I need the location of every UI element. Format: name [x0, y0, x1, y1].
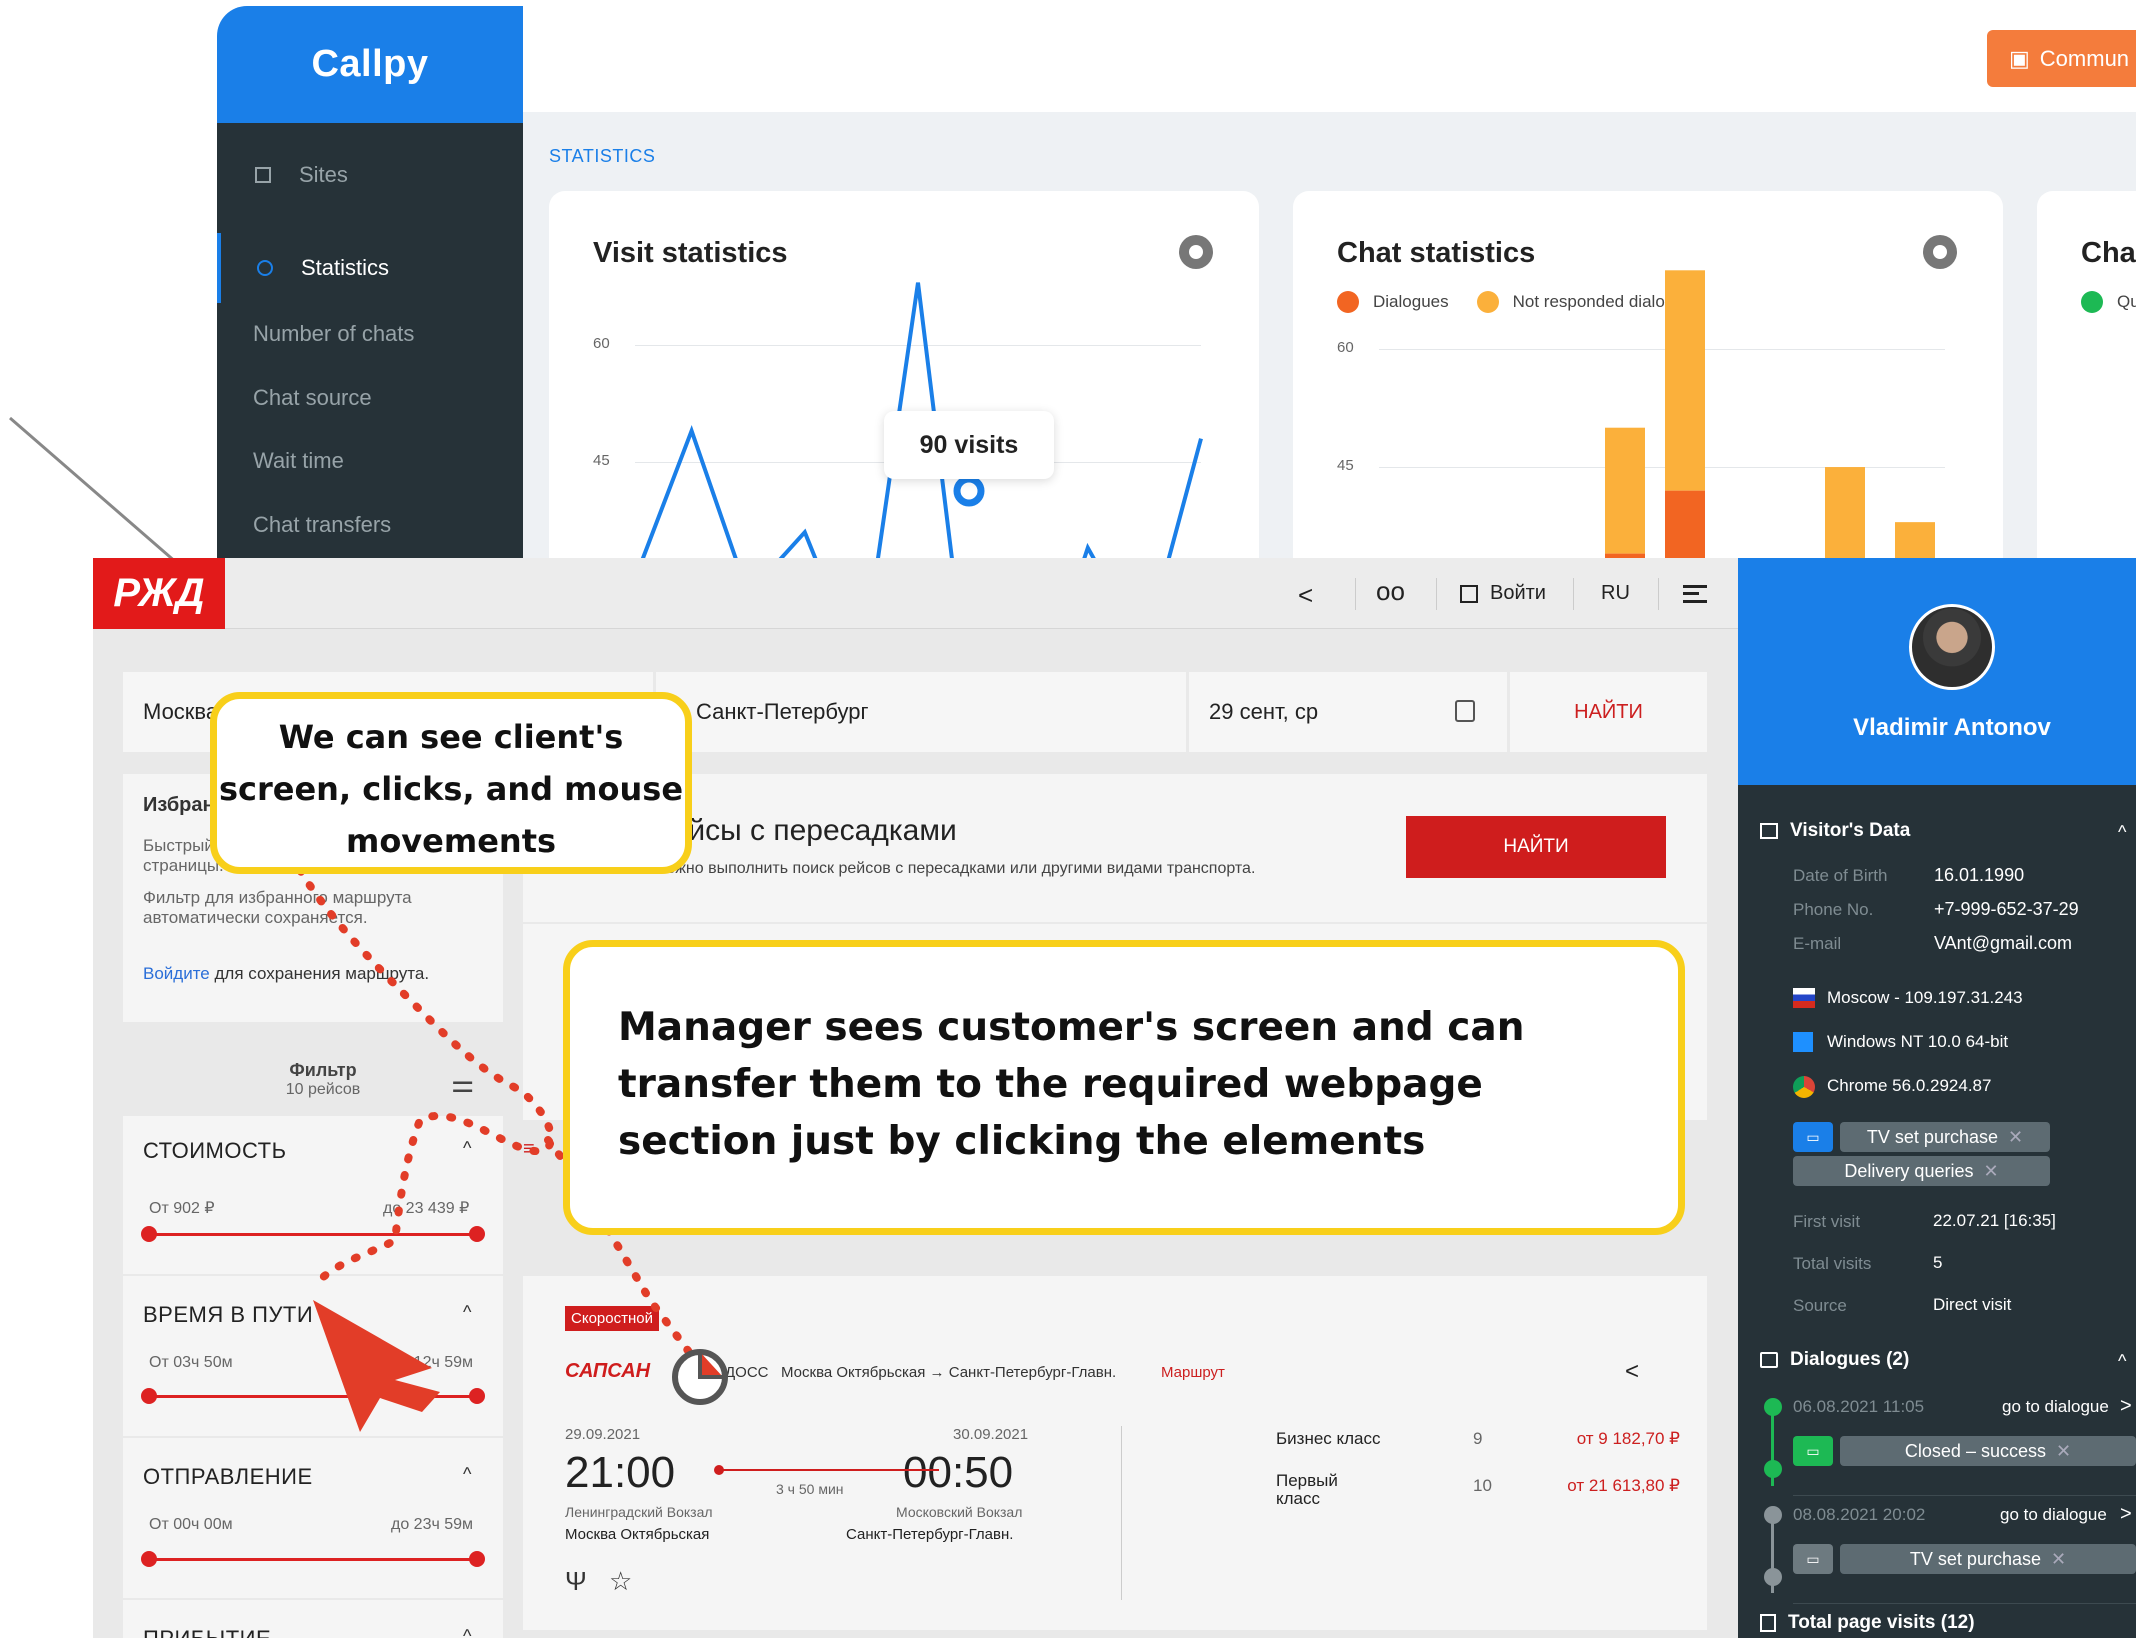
- timeline-dot: [1764, 1568, 1782, 1586]
- tag-label: Delivery queries: [1844, 1160, 1974, 1181]
- stat-label: First visit: [1793, 1212, 1861, 1231]
- visitor-tag[interactable]: TV set purchase ✕: [1840, 1122, 2050, 1152]
- dialogue-date: 08.08.2021 20:02: [1793, 1505, 1926, 1524]
- avatar: [1909, 604, 1995, 690]
- stat-value: Direct visit: [1933, 1295, 2012, 1314]
- field-value: VAnt@gmail.com: [1934, 933, 2072, 953]
- os: Windows NT 10.0 64-bit: [1827, 1032, 2009, 1051]
- close-icon[interactable]: ✕: [2051, 1549, 2066, 1570]
- go-to-dialogue-link[interactable]: go to dialogue: [2000, 1505, 2107, 1525]
- divider: [1793, 1603, 2136, 1604]
- field-value: +7-999-652-37-29: [1934, 899, 2079, 919]
- tag-icon[interactable]: ▭: [1793, 1436, 1833, 1466]
- field-value: 16.01.1990: [1934, 865, 2025, 885]
- timeline-dot: [1764, 1506, 1782, 1524]
- location: Moscow - 109.197.31.243: [1827, 988, 2023, 1007]
- tag-label: TV set purchase: [1909, 1548, 2041, 1569]
- russia-flag-icon: [1793, 988, 1815, 1008]
- chevron-up-icon[interactable]: ^: [2118, 822, 2126, 843]
- windows-icon: [1793, 1032, 1813, 1052]
- stat-label: Source: [1793, 1296, 1847, 1315]
- section-title: Total page visits (12): [1788, 1612, 1975, 1633]
- visitor-data-header[interactable]: Visitor's Data: [1760, 820, 1910, 842]
- go-to-dialogue-link[interactable]: go to dialogue: [2002, 1397, 2109, 1417]
- close-icon[interactable]: ✕: [2008, 1127, 2023, 1148]
- stat-value: 22.07.21 [16:35]: [1933, 1211, 2056, 1230]
- stat-value: 5: [1933, 1253, 1943, 1272]
- field-label: E-mail: [1793, 934, 1842, 953]
- section-title: Visitor's Data: [1790, 820, 1911, 841]
- tag-label: TV set purchase: [1866, 1126, 1998, 1147]
- screenshot: { "callpy":{ "logo":"Callpy", "top_butto…: [0, 0, 2136, 1638]
- stat-label: Total visits: [1793, 1254, 1872, 1273]
- browser: Chrome 56.0.2924.87: [1827, 1076, 1992, 1095]
- tag-icon[interactable]: ▭: [1793, 1122, 1833, 1152]
- visitor-name: Vladimir Antonov: [1853, 714, 2051, 741]
- callout-manager: Manager sees customer's screen and can t…: [563, 940, 1685, 1235]
- dialogue-tag[interactable]: Closed – success ✕: [1840, 1436, 2136, 1466]
- field-label: Phone No.: [1793, 900, 1874, 919]
- visitor-tag[interactable]: Delivery queries ✕: [1793, 1156, 2050, 1186]
- callout-screen-view: We can see client's screen, clicks, and …: [210, 692, 692, 874]
- visitor-header: Vladimir Antonov: [1738, 558, 2136, 785]
- dialogues-header[interactable]: Dialogues (2): [1760, 1349, 1909, 1371]
- divider: [1793, 1495, 2136, 1496]
- timeline-dot: [1764, 1398, 1782, 1416]
- section-title: Dialogues (2): [1790, 1349, 1910, 1370]
- page-visits-header[interactable]: Total page visits (12): [1760, 1612, 1975, 1634]
- timeline-dot: [1764, 1460, 1782, 1478]
- page-visits-icon: [1760, 1614, 1776, 1632]
- tag-label: Closed – success: [1904, 1440, 2046, 1461]
- chevron-right-icon[interactable]: >: [2120, 1395, 2132, 1418]
- visitor-panel: Vladimir Antonov Visitor's Data ^ Date o…: [1738, 558, 2136, 1638]
- dialogue-tag[interactable]: TV set purchase ✕: [1840, 1544, 2136, 1574]
- close-icon[interactable]: ✕: [2056, 1441, 2071, 1462]
- close-icon[interactable]: ✕: [1983, 1161, 1998, 1182]
- field-label: Date of Birth: [1793, 866, 1888, 885]
- chevron-up-icon[interactable]: ^: [2118, 1351, 2126, 1372]
- chevron-right-icon[interactable]: >: [2120, 1503, 2132, 1526]
- chat-icon: [1760, 1352, 1778, 1368]
- cursor-arrow-icon: [313, 1300, 440, 1432]
- dialogue-date: 06.08.2021 11:05: [1793, 1397, 1925, 1416]
- tag-icon[interactable]: ▭: [1793, 1544, 1833, 1574]
- chrome-icon: [1793, 1076, 1815, 1098]
- archive-icon: [1760, 823, 1778, 839]
